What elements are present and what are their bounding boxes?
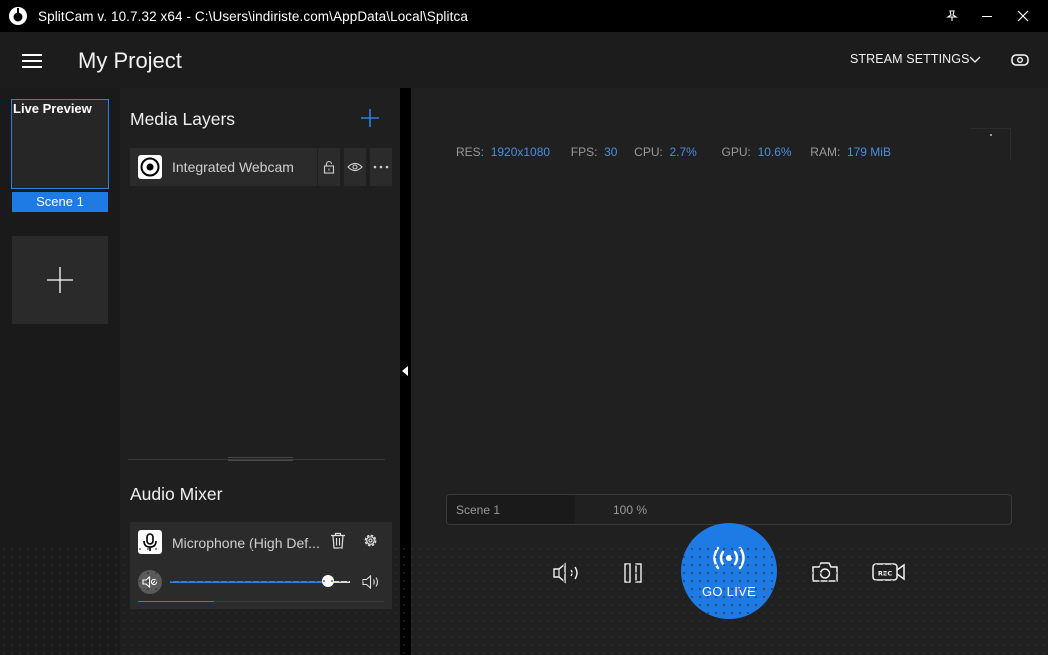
pin-button[interactable] bbox=[935, 0, 969, 32]
project-title[interactable]: My Project bbox=[78, 48, 182, 74]
camera-icon bbox=[812, 562, 838, 582]
cpu-label: CPU: bbox=[634, 145, 663, 159]
audio-level-fill bbox=[138, 601, 215, 602]
fps-value: 30 bbox=[604, 145, 618, 159]
volume-slider-knob[interactable] bbox=[322, 575, 335, 587]
layers-panel: Media Layers Integrated Webcam Audio Mix… bbox=[120, 88, 400, 655]
audio-toggle-button[interactable] bbox=[551, 558, 587, 588]
layer-visibility-button[interactable] bbox=[344, 148, 366, 186]
money-icon[interactable] bbox=[1010, 52, 1030, 68]
gpu-label: GPU: bbox=[721, 145, 751, 159]
trash-icon[interactable] bbox=[330, 532, 346, 549]
audio-device-item: Microphone (High Def... bbox=[130, 522, 392, 609]
app-header: My Project STREAM SETTINGS bbox=[0, 32, 1048, 88]
layer-lock-button[interactable] bbox=[318, 148, 340, 186]
live-preview-label: Live Preview bbox=[13, 101, 92, 116]
pause-button[interactable] bbox=[618, 558, 648, 588]
cpu-value: 2.7% bbox=[669, 145, 697, 159]
audio-device-name: Microphone (High Def... bbox=[172, 535, 320, 551]
zoom-level: 100 % bbox=[613, 503, 648, 517]
chevron-down-icon[interactable] bbox=[968, 54, 982, 64]
splitcam-logo-icon bbox=[9, 7, 27, 25]
go-live-label: GO LIVE bbox=[701, 584, 757, 599]
speaker-muted-icon bbox=[142, 576, 158, 588]
gear-icon[interactable] bbox=[362, 532, 379, 549]
pause-icon bbox=[624, 563, 642, 583]
layer-more-button[interactable] bbox=[370, 148, 392, 186]
audio-mixer-title: Audio Mixer bbox=[130, 484, 223, 504]
scene-status-bar: Scene 1 100 % bbox=[446, 494, 1012, 525]
close-icon bbox=[1017, 10, 1029, 22]
lock-icon bbox=[323, 160, 335, 174]
resize-grip[interactable] bbox=[228, 457, 293, 461]
scenes-panel: Live Preview Scene 1 bbox=[0, 88, 120, 655]
collapse-arrow-icon[interactable] bbox=[402, 366, 408, 376]
gpu-value: 10.6% bbox=[757, 145, 792, 159]
res-value: 1920x1080 bbox=[490, 145, 551, 159]
minimize-button[interactable] bbox=[970, 0, 1004, 32]
webcam-target-icon bbox=[138, 155, 162, 179]
more-horizontal-icon bbox=[373, 165, 389, 169]
scene-bar-name: Scene 1 bbox=[456, 503, 501, 517]
microphone-icon bbox=[138, 530, 162, 554]
title-bar: SplitCam v. 10.7.32 x64 - C:\Users\indir… bbox=[0, 0, 1048, 32]
speaker-icon bbox=[362, 574, 379, 590]
minimize-icon bbox=[982, 16, 992, 17]
snapshot-button[interactable] bbox=[808, 557, 842, 587]
layer-name: Integrated Webcam bbox=[172, 159, 294, 175]
mute-button[interactable] bbox=[138, 570, 162, 594]
scene-label[interactable]: Scene 1 bbox=[12, 192, 108, 212]
pin-icon bbox=[946, 10, 958, 21]
eye-icon bbox=[347, 162, 363, 172]
add-layer-icon[interactable] bbox=[360, 108, 380, 128]
res-label: RES: bbox=[456, 145, 485, 159]
close-button[interactable] bbox=[1006, 0, 1040, 32]
speaker-icon bbox=[553, 562, 578, 584]
hamburger-menu-icon[interactable] bbox=[20, 52, 44, 70]
scene-thumbnail[interactable]: Live Preview bbox=[11, 99, 109, 189]
panel-splitter[interactable] bbox=[400, 88, 411, 655]
media-layers-title: Media Layers bbox=[130, 109, 236, 129]
volume-slider-fill bbox=[170, 581, 329, 583]
performance-stats: RES: 1920x1080 FPS: 30 CPU: 2.7% GPU: 10… bbox=[456, 145, 891, 159]
fps-label: FPS: bbox=[570, 145, 598, 159]
record-video-icon: REC bbox=[872, 563, 905, 581]
layer-item[interactable]: Integrated Webcam bbox=[130, 148, 317, 186]
go-live-button[interactable]: GO LIVE bbox=[681, 523, 777, 619]
stream-settings-button[interactable]: STREAM SETTINGS bbox=[850, 52, 970, 66]
broadcast-icon bbox=[713, 546, 745, 570]
plus-icon bbox=[47, 267, 73, 293]
add-scene-button[interactable] bbox=[12, 236, 108, 324]
ram-label: RAM: bbox=[810, 145, 841, 159]
preview-corner-marker bbox=[971, 128, 1011, 160]
window-title: SplitCam v. 10.7.32 x64 - C:\Users\indir… bbox=[38, 8, 468, 24]
record-button[interactable]: REC bbox=[869, 557, 909, 587]
audio-level-meter bbox=[138, 601, 384, 602]
svg-text:REC: REC bbox=[878, 570, 892, 578]
preview-area: RES: 1920x1080 FPS: 30 CPU: 2.7% GPU: 10… bbox=[411, 88, 1048, 655]
ram-value: 179 MiB bbox=[846, 145, 891, 159]
